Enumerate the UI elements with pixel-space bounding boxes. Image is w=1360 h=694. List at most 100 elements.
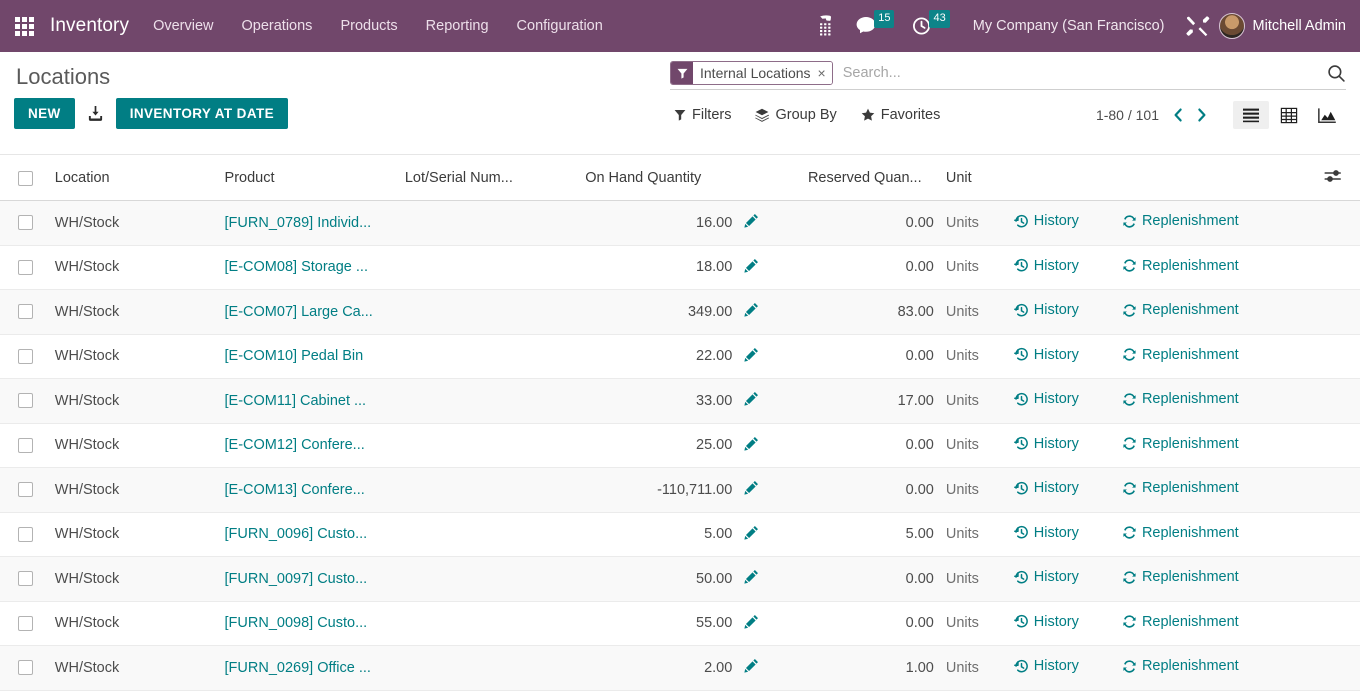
column-header-on-hand-quantity[interactable]: On Hand Quantity bbox=[579, 155, 739, 201]
row-checkbox[interactable] bbox=[18, 348, 33, 364]
history-button[interactable]: History bbox=[1013, 347, 1079, 363]
group-by-dropdown[interactable]: Group By bbox=[751, 103, 846, 127]
avatar[interactable] bbox=[1218, 13, 1245, 39]
dialpad-phone-icon[interactable] bbox=[817, 15, 837, 37]
magnifier-icon[interactable] bbox=[1321, 64, 1346, 83]
replenishment-button[interactable]: Replenishment bbox=[1122, 569, 1239, 585]
replenishment-button[interactable]: Replenishment bbox=[1122, 391, 1239, 407]
nav-menu-operations[interactable]: Operations bbox=[228, 12, 327, 40]
product-link[interactable]: [E-COM11] Cabinet ... bbox=[225, 393, 393, 409]
row-checkbox[interactable] bbox=[18, 615, 33, 631]
row-checkbox[interactable] bbox=[18, 304, 33, 320]
tools-icon[interactable] bbox=[1185, 15, 1210, 37]
column-header-reserved-quantity[interactable]: Reserved Quan... bbox=[801, 155, 940, 201]
pencil-icon[interactable] bbox=[744, 258, 759, 273]
pager-previous-button[interactable] bbox=[1167, 105, 1190, 125]
table-row[interactable]: WH/Stock [E-COM11] Cabinet ... 33.00 17.00 U… bbox=[0, 378, 1360, 424]
row-checkbox[interactable] bbox=[18, 526, 33, 542]
table-row[interactable]: WH/Stock [FURN_0097] Custo... 50.00 0.00 Uni… bbox=[0, 556, 1360, 602]
row-checkbox[interactable] bbox=[18, 482, 33, 498]
product-link[interactable]: [FURN_0789] Individ... bbox=[225, 215, 393, 231]
column-header-lot-serial[interactable]: Lot/Serial Num... bbox=[398, 155, 580, 201]
view-switcher-graph[interactable] bbox=[1309, 101, 1346, 130]
filters-dropdown[interactable]: Filters bbox=[670, 103, 741, 127]
column-header-location[interactable]: Location bbox=[48, 155, 219, 201]
import-records-button[interactable] bbox=[75, 99, 116, 128]
history-button[interactable]: History bbox=[1013, 525, 1079, 541]
replenishment-button[interactable]: Replenishment bbox=[1122, 258, 1239, 274]
product-link[interactable]: [E-COM13] Confere... bbox=[225, 482, 393, 498]
pencil-icon[interactable] bbox=[744, 569, 759, 584]
pencil-icon[interactable] bbox=[744, 436, 759, 451]
replenishment-button[interactable]: Replenishment bbox=[1122, 213, 1239, 229]
table-row[interactable]: WH/Stock [FURN_0789] Individ... 16.00 0.00 U… bbox=[0, 200, 1360, 246]
replenishment-button[interactable]: Replenishment bbox=[1122, 525, 1239, 541]
nav-menu-overview[interactable]: Overview bbox=[139, 12, 227, 40]
history-button[interactable]: History bbox=[1013, 213, 1079, 229]
product-link[interactable]: [FURN_0096] Custo... bbox=[225, 526, 393, 542]
table-row[interactable]: WH/Stock [FURN_0098] Custo... 55.00 0.00 Uni… bbox=[0, 601, 1360, 646]
pencil-icon[interactable] bbox=[744, 302, 759, 317]
product-link[interactable]: [E-COM07] Large Ca... bbox=[225, 304, 393, 320]
history-button[interactable]: History bbox=[1013, 569, 1079, 585]
table-row[interactable]: WH/Stock [FURN_0096] Custo... 5.00 5.00 Unit… bbox=[0, 512, 1360, 557]
messages-systray-button[interactable]: 15 bbox=[855, 10, 895, 36]
history-button[interactable]: History bbox=[1013, 614, 1079, 630]
pencil-icon[interactable] bbox=[744, 213, 759, 228]
apps-menu-button[interactable] bbox=[8, 10, 40, 42]
history-button[interactable]: History bbox=[1013, 391, 1079, 407]
company-switcher[interactable]: My Company (San Francisco) bbox=[973, 18, 1165, 34]
search-facet-internal-locations[interactable]: Internal Locations × bbox=[670, 61, 833, 85]
product-link[interactable]: [E-COM12] Confere... bbox=[225, 437, 393, 453]
history-button[interactable]: History bbox=[1013, 480, 1079, 496]
row-checkbox[interactable] bbox=[18, 437, 33, 453]
pencil-icon[interactable] bbox=[744, 525, 759, 540]
close-icon[interactable]: × bbox=[815, 62, 832, 84]
history-button[interactable]: History bbox=[1013, 258, 1079, 274]
row-checkbox[interactable] bbox=[18, 571, 33, 587]
table-row[interactable]: WH/Stock [FURN_0269] Office ... 2.00 1.00 Un… bbox=[0, 645, 1360, 691]
row-checkbox[interactable] bbox=[18, 393, 33, 409]
product-link[interactable]: [E-COM10] Pedal Bin bbox=[225, 348, 393, 364]
history-button[interactable]: History bbox=[1013, 302, 1079, 318]
column-header-product[interactable]: Product bbox=[218, 155, 399, 201]
row-checkbox[interactable] bbox=[18, 215, 33, 231]
select-all-checkbox[interactable] bbox=[18, 170, 33, 186]
history-button[interactable]: History bbox=[1013, 658, 1079, 674]
nav-menu-configuration[interactable]: Configuration bbox=[503, 12, 617, 40]
nav-menu-reporting[interactable]: Reporting bbox=[412, 12, 503, 40]
row-checkbox[interactable] bbox=[18, 259, 33, 275]
table-row[interactable]: WH/Stock [E-COM07] Large Ca... 349.00 83.00… bbox=[0, 289, 1360, 335]
nav-menu-products[interactable]: Products bbox=[326, 12, 411, 40]
pencil-icon[interactable] bbox=[744, 347, 759, 362]
user-menu-button[interactable]: Mitchell Admin bbox=[1253, 18, 1346, 34]
column-header-unit[interactable]: Unit bbox=[939, 155, 1008, 201]
table-row[interactable]: WH/Stock [E-COM12] Confere... 25.00 0.00 Uni… bbox=[0, 423, 1360, 468]
pager-next-button[interactable] bbox=[1190, 105, 1213, 125]
replenishment-button[interactable]: Replenishment bbox=[1122, 302, 1239, 318]
replenishment-button[interactable]: Replenishment bbox=[1122, 480, 1239, 496]
search-input[interactable] bbox=[838, 63, 1321, 83]
new-button[interactable]: NEW bbox=[14, 98, 75, 129]
pencil-icon[interactable] bbox=[744, 480, 759, 495]
inventory-at-date-button[interactable]: INVENTORY AT DATE bbox=[115, 98, 289, 129]
product-link[interactable]: [FURN_0098] Custo... bbox=[225, 615, 393, 631]
product-link[interactable]: [E-COM08] Storage ... bbox=[225, 259, 393, 275]
replenishment-button[interactable]: Replenishment bbox=[1122, 347, 1239, 363]
pencil-icon[interactable] bbox=[744, 658, 759, 673]
product-link[interactable]: [FURN_0097] Custo... bbox=[225, 571, 393, 587]
history-button[interactable]: History bbox=[1013, 436, 1079, 452]
table-row[interactable]: WH/Stock [E-COM08] Storage ... 18.00 0.00 Un… bbox=[0, 245, 1360, 290]
favorites-dropdown[interactable]: Favorites bbox=[857, 103, 951, 127]
row-checkbox[interactable] bbox=[18, 660, 33, 676]
replenishment-button[interactable]: Replenishment bbox=[1122, 436, 1239, 452]
view-switcher-list[interactable] bbox=[1233, 101, 1269, 129]
table-row[interactable]: WH/Stock [E-COM10] Pedal Bin 22.00 0.00 Unit… bbox=[0, 334, 1360, 379]
replenishment-button[interactable]: Replenishment bbox=[1122, 658, 1239, 674]
pencil-icon[interactable] bbox=[744, 391, 759, 406]
table-row[interactable]: WH/Stock [E-COM13] Confere... -110,711.00 0… bbox=[0, 467, 1360, 513]
app-brand-inventory[interactable]: Inventory bbox=[44, 15, 139, 37]
product-link[interactable]: [FURN_0269] Office ... bbox=[225, 660, 393, 676]
replenishment-button[interactable]: Replenishment bbox=[1122, 614, 1239, 630]
activities-systray-button[interactable]: 43 bbox=[912, 10, 950, 36]
